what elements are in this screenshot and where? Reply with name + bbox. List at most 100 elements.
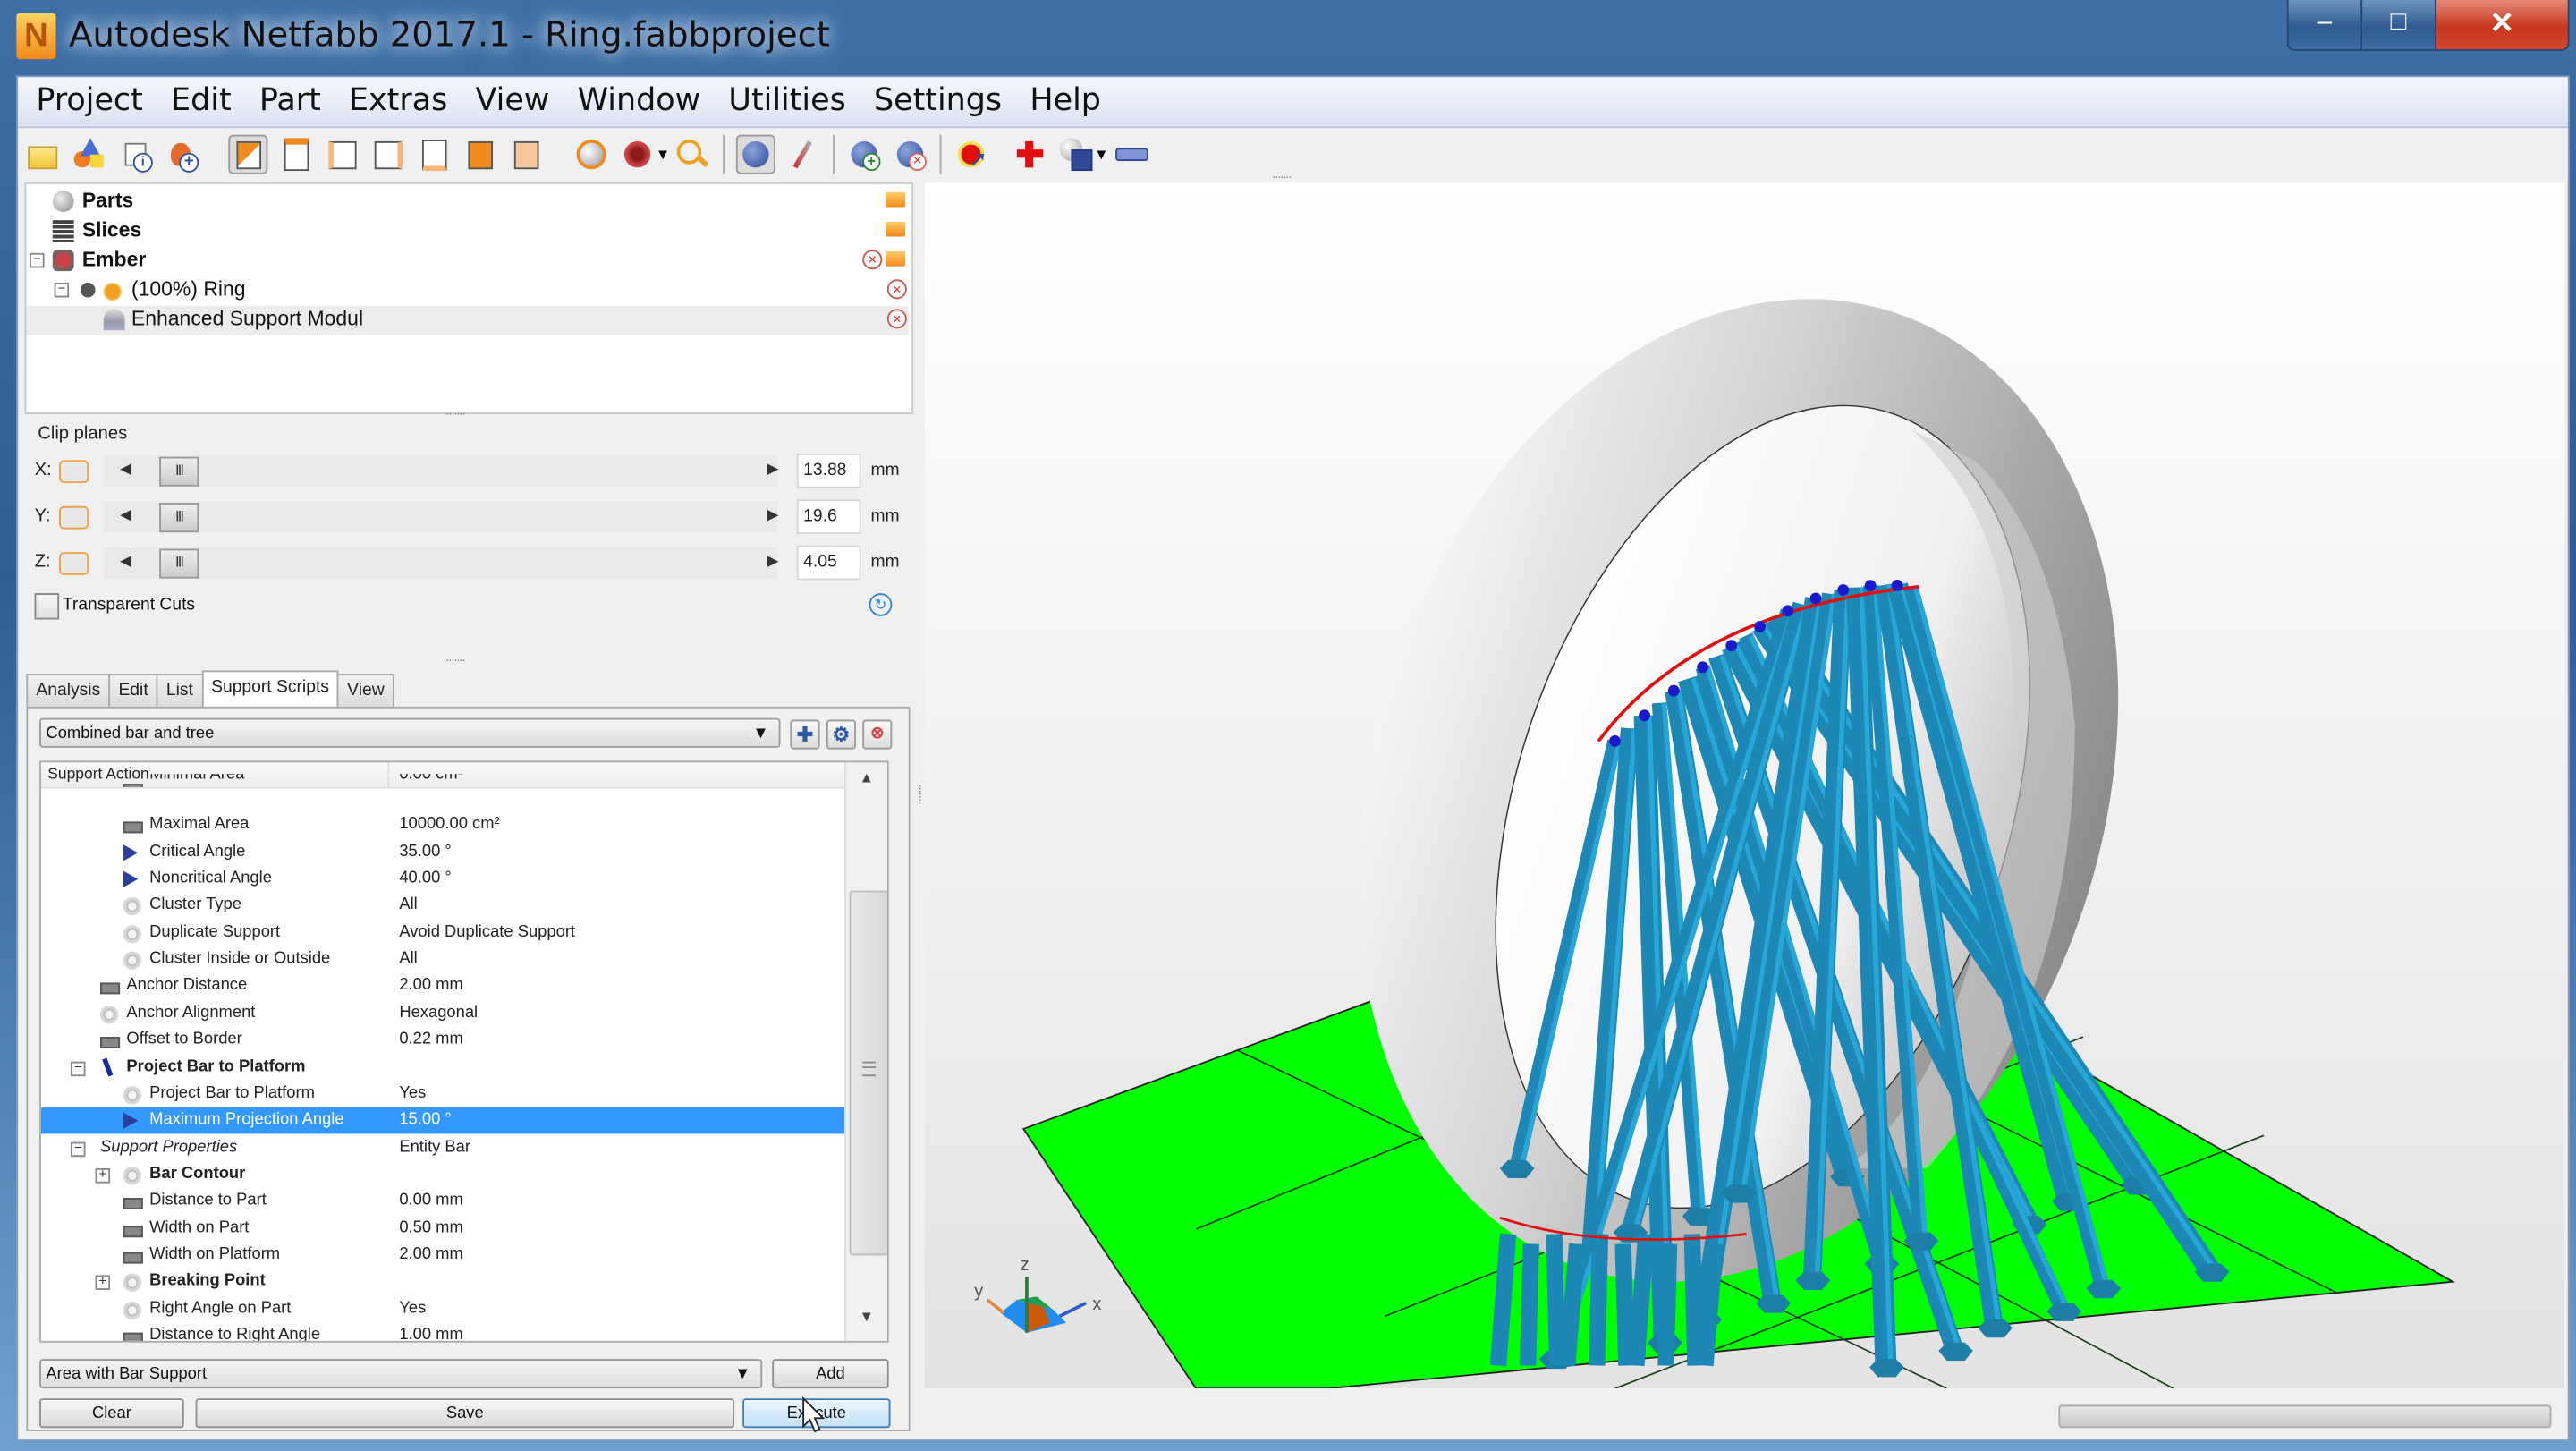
view-back-icon[interactable] bbox=[324, 136, 360, 172]
slider-left-arrow-icon[interactable]: ◀ bbox=[120, 506, 131, 524]
grid-row[interactable]: Project Bar to Platform Yes bbox=[41, 1081, 844, 1107]
clip-y-slider[interactable] bbox=[103, 501, 777, 533]
collapse-icon[interactable]: − bbox=[70, 1141, 86, 1157]
grid-row[interactable]: − Project Bar to Platform bbox=[41, 1054, 844, 1080]
grid-row[interactable]: + Bar Contour bbox=[41, 1161, 844, 1187]
menu-part[interactable]: Part bbox=[259, 77, 321, 126]
remove-selection-icon[interactable]: ✕ bbox=[892, 136, 928, 172]
collapse-icon[interactable]: − bbox=[54, 282, 70, 298]
add-action-button[interactable]: Add bbox=[772, 1359, 889, 1389]
expand-icon[interactable]: + bbox=[95, 1275, 111, 1291]
clip-y-value-input[interactable]: 19.6 bbox=[796, 499, 861, 534]
part-info-icon[interactable]: i bbox=[116, 136, 153, 173]
add-selection-icon[interactable]: + bbox=[846, 136, 882, 172]
menu-window[interactable]: Window bbox=[578, 77, 701, 126]
script-settings-gear-icon[interactable]: ⚙ bbox=[826, 719, 856, 750]
tab-view[interactable]: View bbox=[337, 674, 394, 707]
menu-settings[interactable]: Settings bbox=[874, 77, 1002, 126]
grid-row[interactable]: Offset to Border 0.22 mm bbox=[41, 1027, 844, 1053]
view-right-icon[interactable] bbox=[416, 136, 452, 172]
tree-item-support-module[interactable]: Enhanced Support Modul × bbox=[26, 305, 909, 335]
grid-row[interactable]: Cluster Inside or Outside All bbox=[41, 946, 844, 972]
grid-row[interactable]: Anchor Alignment Hexagonal bbox=[41, 1000, 844, 1026]
grid-row[interactable]: Maximum Projection Angle 15.00 ° bbox=[40, 1107, 845, 1134]
clip-x-toggle[interactable] bbox=[59, 460, 89, 484]
clip-x-value-input[interactable]: 13.88 bbox=[796, 453, 861, 488]
scroll-down-icon[interactable]: ▼ bbox=[860, 1308, 874, 1324]
remove-icon[interactable]: × bbox=[886, 309, 907, 329]
measure-pin-icon[interactable] bbox=[785, 136, 821, 172]
collapse-icon[interactable]: − bbox=[70, 1060, 86, 1076]
tree-item-slices[interactable]: Slices bbox=[26, 216, 908, 246]
menu-extras[interactable]: Extras bbox=[349, 77, 447, 126]
grid-row[interactable]: − Support Properties Entity Bar bbox=[41, 1134, 844, 1160]
ruler-icon[interactable] bbox=[1114, 136, 1149, 172]
grid-row[interactable]: Width on Platform 2.00 mm bbox=[41, 1243, 844, 1269]
clip-splitter-handle[interactable]: ······· bbox=[445, 652, 466, 667]
shading-icon[interactable] bbox=[573, 136, 609, 172]
view-top-icon[interactable] bbox=[462, 136, 497, 172]
clip-z-slider-thumb[interactable]: III bbox=[159, 548, 199, 579]
open-project-icon[interactable] bbox=[25, 136, 61, 172]
grid-row[interactable]: Duplicate Support Avoid Duplicate Support bbox=[41, 920, 844, 946]
remove-icon[interactable]: × bbox=[862, 250, 883, 270]
slider-left-arrow-icon[interactable]: ◀ bbox=[120, 460, 131, 478]
tree-item-ring[interactable]: − (100%) Ring × bbox=[26, 276, 908, 306]
grid-row[interactable]: Critical Angle 35.00 ° bbox=[41, 839, 844, 865]
clip-z-slider[interactable] bbox=[103, 547, 777, 579]
view-bottom-icon[interactable] bbox=[508, 136, 544, 172]
tab-list[interactable]: List bbox=[156, 674, 203, 707]
tab-analysis[interactable]: Analysis bbox=[26, 674, 111, 707]
vertical-splitter-handle[interactable]: ······· bbox=[913, 784, 928, 802]
collapse-icon[interactable]: − bbox=[30, 252, 45, 268]
clip-y-slider-thumb[interactable]: III bbox=[159, 503, 199, 533]
tab-edit[interactable]: Edit bbox=[108, 674, 158, 707]
delete-script-button[interactable]: ⊗ bbox=[862, 719, 893, 750]
grid-scrollbar-thumb[interactable] bbox=[849, 890, 887, 1256]
grid-row[interactable]: Width on Part 0.50 mm bbox=[41, 1216, 844, 1242]
menu-help[interactable]: Help bbox=[1030, 77, 1101, 126]
tab-support-scripts[interactable]: Support Scripts bbox=[201, 670, 339, 709]
clip-z-value-input[interactable]: 4.05 bbox=[796, 545, 861, 581]
menu-utilities[interactable]: Utilities bbox=[728, 77, 845, 126]
repair-icon[interactable]: + bbox=[163, 136, 199, 173]
slider-right-arrow-icon[interactable]: ▶ bbox=[767, 506, 779, 524]
tree-item-parts[interactable]: Parts bbox=[26, 187, 908, 216]
select-mode-icon[interactable] bbox=[619, 136, 655, 172]
slider-right-arrow-icon[interactable]: ▶ bbox=[767, 460, 779, 478]
maximize-button[interactable]: □ bbox=[2362, 0, 2436, 50]
clip-z-toggle[interactable] bbox=[59, 552, 89, 575]
view-default-icon[interactable] bbox=[228, 134, 268, 174]
view-left-icon[interactable] bbox=[369, 136, 405, 172]
section-view-dropdown-icon[interactable]: ▼ bbox=[1094, 146, 1108, 162]
section-view-icon[interactable] bbox=[1058, 136, 1094, 172]
pointer-icon[interactable] bbox=[735, 134, 775, 174]
add-support-icon[interactable] bbox=[1012, 136, 1047, 172]
reset-clip-icon[interactable]: ↻ bbox=[869, 593, 893, 616]
menu-view[interactable]: View bbox=[476, 77, 550, 126]
transparent-cuts-checkbox[interactable] bbox=[34, 593, 60, 620]
menu-edit[interactable]: Edit bbox=[171, 77, 232, 126]
remove-icon[interactable]: × bbox=[886, 279, 907, 300]
grid-row[interactable]: Right Angle on Part Yes bbox=[41, 1296, 844, 1322]
action-select[interactable]: Area with Bar Support ▼ bbox=[39, 1359, 763, 1389]
tree-splitter-handle[interactable]: ······· bbox=[445, 406, 466, 421]
menu-project[interactable]: Project bbox=[36, 77, 142, 126]
view-front-icon[interactable] bbox=[277, 136, 313, 172]
3d-viewport[interactable]: z x y bbox=[925, 182, 2565, 1389]
expand-icon[interactable]: + bbox=[95, 1167, 111, 1184]
add-part-icon[interactable] bbox=[71, 136, 106, 172]
grid-row[interactable]: Maximal Area 10000.00 cm² bbox=[41, 812, 844, 838]
tree-item-ember[interactable]: − Ember × bbox=[26, 247, 908, 276]
part-color-icon[interactable] bbox=[103, 282, 122, 301]
grid-row[interactable]: Distance to Part 0.00 mm bbox=[41, 1189, 844, 1215]
scroll-up-icon[interactable]: ▲ bbox=[860, 769, 874, 785]
clip-x-slider[interactable] bbox=[103, 454, 777, 487]
grid-scrollbar[interactable]: ▲ ▼ bbox=[844, 762, 887, 1341]
grid-row[interactable]: Distance to Right Angle 1.00 mm bbox=[41, 1323, 844, 1341]
grid-row[interactable]: + Breaking Point bbox=[41, 1269, 844, 1295]
save-button[interactable]: Save bbox=[195, 1398, 735, 1429]
slider-left-arrow-icon[interactable]: ◀ bbox=[120, 552, 131, 570]
open-folder-icon[interactable] bbox=[885, 191, 906, 208]
open-folder-icon[interactable] bbox=[885, 221, 906, 237]
